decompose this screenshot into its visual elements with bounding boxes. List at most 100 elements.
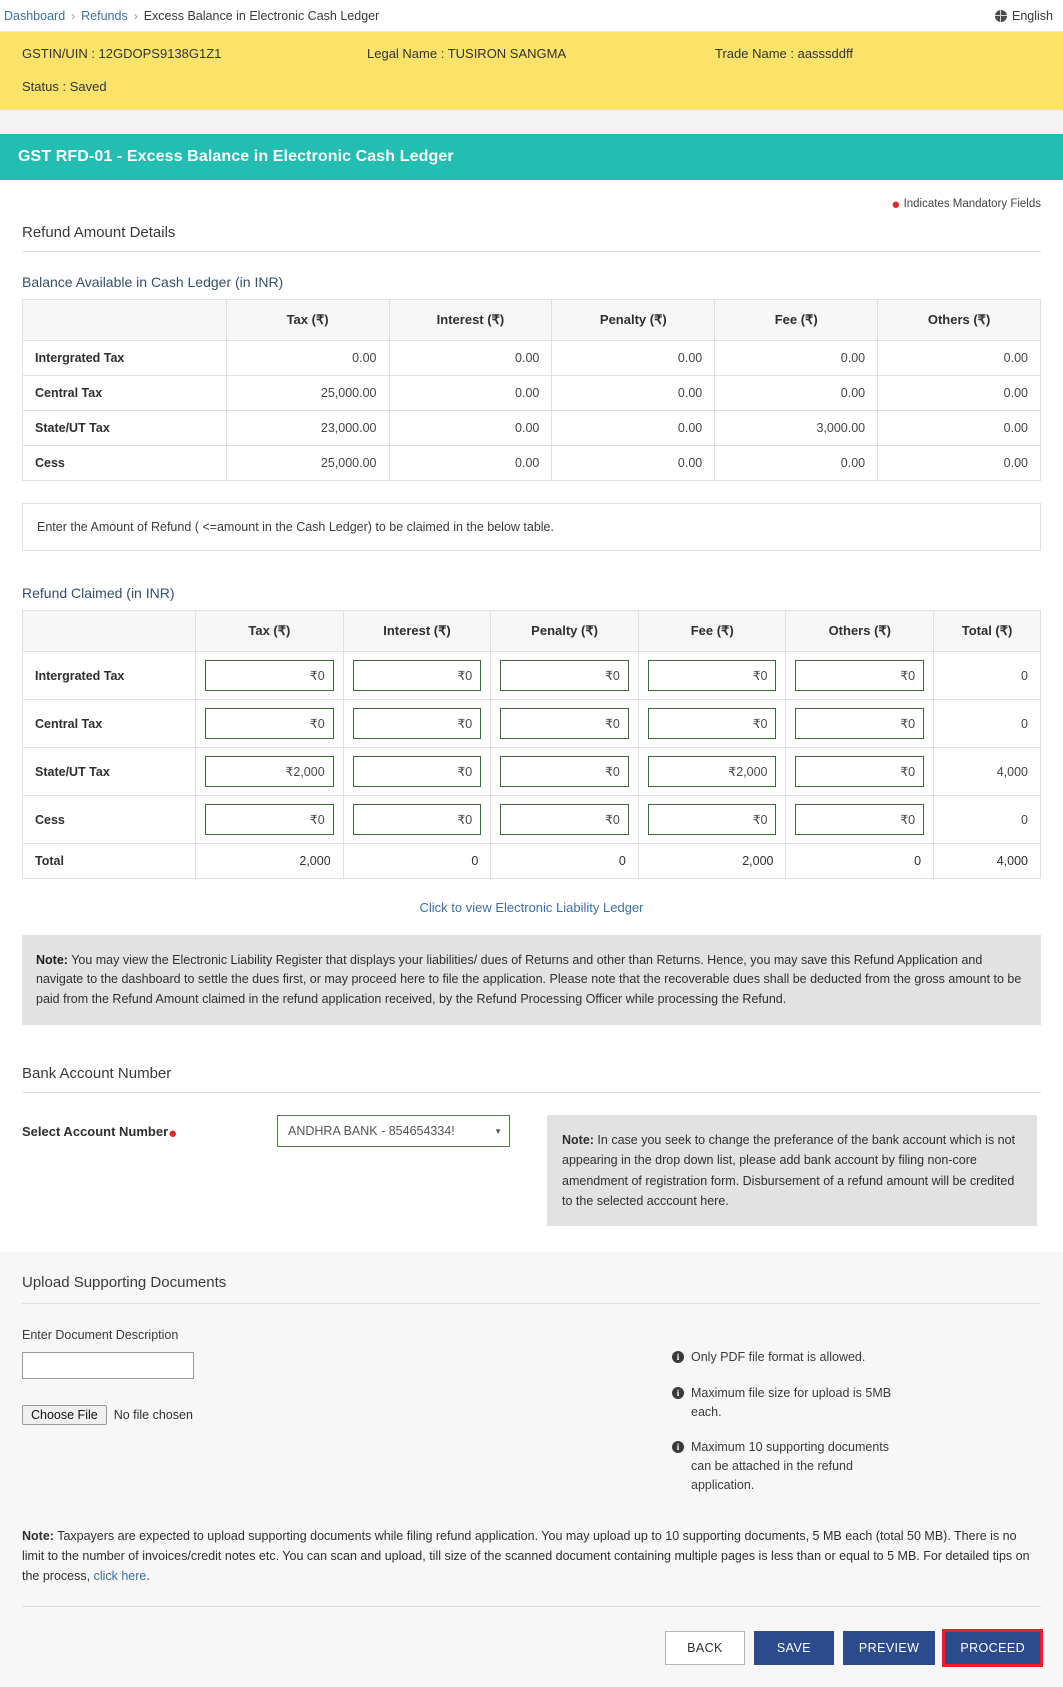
balance-table-title: Balance Available in Cash Ledger (in INR… [22,274,284,290]
liability-note-prefix: Note: [36,953,68,967]
total-tax: 2,000 [195,843,344,879]
upload-info-item: i Maximum file size for upload is 5MB ea… [672,1384,904,1422]
cell-tax [195,747,344,796]
upload-info-item: i Only PDF file format is allowed. [672,1348,904,1367]
table-row: Cess 25,000.00 0.00 0.00 0.00 0.00 [22,445,1041,481]
claim-others-input[interactable] [795,660,925,691]
claim-fee-input[interactable] [647,756,777,787]
bank-account-note: Note: In case you seek to change the pre… [547,1115,1037,1227]
row-label: State/UT Tax [22,410,227,446]
table-row: Cess 0 [21,795,1041,844]
cell-total: 0 [933,651,1041,700]
claim-fee-input[interactable] [647,708,777,739]
row-label: Cess [22,445,227,481]
refund-claimed-table: Tax (₹) Interest (₹) Penalty (₹) Fee (₹)… [21,610,1041,879]
upload-left-column: Enter Document Description Choose File N… [22,1328,662,1512]
claim-others-input[interactable] [795,756,925,787]
view-liability-ledger-link[interactable]: Click to view Electronic Liability Ledge… [420,900,644,915]
cell-interest [342,699,492,748]
cell-tax [195,795,344,844]
cell-penalty [490,699,639,748]
claim-penalty-input[interactable] [500,708,629,739]
claim-interest-input[interactable] [352,708,482,739]
table-total-row: Total 2,000 0 0 2,000 0 4,000 [21,843,1041,879]
cell-interest [342,651,492,700]
cell-interest [342,795,492,844]
row-label: Intergrated Tax [21,651,197,700]
claim-fee-input[interactable] [647,660,777,691]
gstin-value: GSTIN/UIN : 12GDOPS9138G1Z1 [22,46,222,61]
cell-fee [637,795,787,844]
language-selector[interactable]: English [995,9,1053,23]
breadcrumb-refunds[interactable]: Refunds [81,9,128,23]
cell-interest [342,747,492,796]
cell-penalty [490,651,639,700]
claim-tax-input[interactable] [205,708,334,739]
taxpayer-row-primary: GSTIN/UIN : 12GDOPS9138G1Z1 Legal Name :… [22,46,1041,61]
refund-entry-hint: Enter the Amount of Refund ( <=amount in… [22,503,1041,551]
globe-icon [995,9,1007,22]
claim-interest-input[interactable] [352,756,482,787]
cell-fee [637,747,787,796]
file-status-label: No file chosen [113,1408,193,1423]
claim-interest-input[interactable] [352,660,482,691]
required-asterisk-icon: ● [168,1125,178,1143]
table-row: Intergrated Tax 0.00 0.00 0.00 0.00 0.00 [22,340,1041,376]
cell-fee: 0.00 [714,445,879,481]
back-button[interactable]: BACK [664,1630,745,1665]
table-row: State/UT Tax 4,000 [21,747,1041,796]
claim-fee-input[interactable] [647,804,777,835]
mandatory-dot-icon: ● [891,196,901,213]
upload-info-item: i Maximum 10 supporting documents can be… [672,1438,904,1494]
proceed-button[interactable]: PROCEED [942,1628,1043,1667]
upload-supporting-documents-section: Upload Supporting Documents Enter Docume… [0,1252,1063,1687]
claim-penalty-input[interactable] [500,804,629,835]
col-head-fee: Fee (₹) [714,299,879,341]
cell-tax: 23,000.00 [225,410,390,446]
cell-others [785,651,935,700]
select-account-label: Select Account Number● [22,1115,277,1143]
col-head-fee: Fee (₹) [637,610,787,652]
upload-footnote-prefix: Note: [22,1528,54,1543]
claim-others-input[interactable] [795,804,925,835]
col-head-total: Total (₹) [933,610,1041,652]
row-label: Central Tax [22,375,227,411]
bank-note-text: In case you seek to change the preferanc… [562,1133,1016,1208]
claim-tax-input[interactable] [205,660,334,691]
claim-penalty-input[interactable] [500,660,629,691]
row-label: Cess [21,795,197,844]
cell-tax [195,699,344,748]
claim-tax-input[interactable] [205,756,334,787]
select-account-label-text: Select Account Number [22,1124,169,1140]
claim-others-input[interactable] [795,708,925,739]
cell-fee: 0.00 [714,340,879,376]
balance-available-table: Tax (₹) Interest (₹) Penalty (₹) Fee (₹)… [22,299,1041,481]
language-label: English [1012,8,1053,23]
bank-select-wrap: ANDHRA BANK - 854654334! ▼ [277,1115,510,1148]
bank-account-select[interactable]: ANDHRA BANK - 854654334! [277,1115,510,1148]
save-button[interactable]: SAVE [753,1630,834,1665]
choose-file-button[interactable]: Choose File [22,1405,107,1426]
claim-penalty-input[interactable] [500,756,629,787]
preview-button[interactable]: PREVIEW [842,1630,936,1665]
table-row: Intergrated Tax 0 [21,651,1041,700]
total-grand: 4,000 [933,843,1041,879]
breadcrumb-dashboard[interactable]: Dashboard [4,9,65,23]
taxpayer-row-status: Status : Saved [22,79,1041,94]
trade-name-value: Trade Name : aasssddff [715,46,854,61]
click-here-link[interactable]: click here [94,1569,147,1583]
cell-others: 0.00 [877,445,1041,481]
document-description-input[interactable] [22,1352,194,1380]
claim-interest-input[interactable] [352,804,482,835]
cell-penalty [490,795,639,844]
table-header-row: Tax (₹) Interest (₹) Penalty (₹) Fee (₹)… [22,299,1041,341]
cell-interest: 0.00 [388,445,553,481]
claim-tax-input[interactable] [205,804,334,835]
table-row: State/UT Tax 23,000.00 0.00 0.00 3,000.0… [22,410,1041,446]
breadcrumb-separator: › [71,8,76,23]
cell-tax: 25,000.00 [225,375,390,411]
status-value: Status : Saved [22,79,107,94]
col-head-blank [22,299,227,341]
row-label: Intergrated Tax [22,340,227,376]
upload-info-text: Maximum 10 supporting documents can be a… [691,1440,890,1492]
